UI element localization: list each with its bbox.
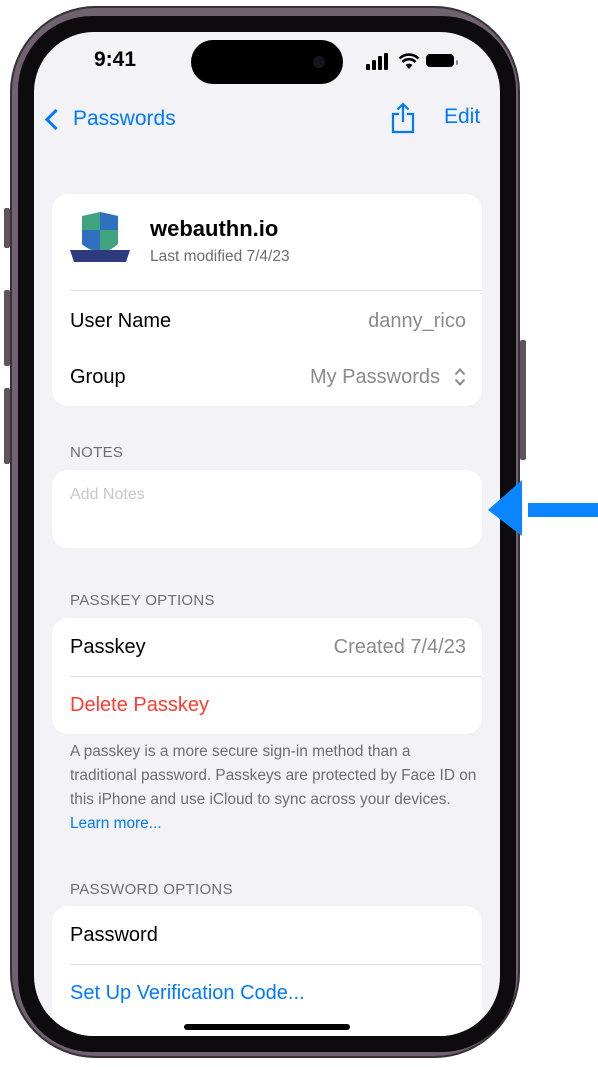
site-logo-icon	[70, 212, 130, 262]
share-icon[interactable]	[390, 102, 416, 134]
password-row[interactable]: Password	[70, 906, 466, 964]
username-row[interactable]: User Name danny_rico	[70, 292, 466, 350]
site-modified: Last modified 7/4/23	[150, 248, 290, 265]
notes-card[interactable]: Add Notes	[52, 470, 482, 548]
signal-icon	[366, 52, 390, 70]
password-details-card: webauthn.io Last modified 7/4/23 User Na…	[52, 194, 482, 406]
status-icons	[366, 52, 458, 70]
password-options-header: PASSWORD OPTIONS	[70, 881, 233, 898]
username-label: User Name	[70, 309, 172, 332]
notes-header: NOTES	[70, 444, 124, 461]
volume-down-button	[4, 388, 10, 464]
delete-passkey-button[interactable]: Delete Passkey	[70, 676, 466, 734]
action-button	[4, 208, 10, 248]
dynamic-island	[191, 40, 343, 84]
verification-code-button[interactable]: Set Up Verification Code...	[70, 964, 466, 1022]
delete-passkey-label: Delete Passkey	[70, 693, 209, 716]
camera-icon	[313, 56, 325, 68]
password-options-card: Password Set Up Verification Code...	[52, 906, 482, 1036]
group-row[interactable]: Group My Passwords	[70, 348, 466, 406]
battery-icon	[426, 54, 458, 67]
callout-arrow-icon	[488, 480, 598, 536]
back-label: Passwords	[73, 107, 176, 130]
notes-field[interactable]: Add Notes	[70, 486, 145, 504]
group-value: My Passwords	[309, 365, 440, 388]
power-button	[520, 340, 526, 460]
passkey-label: Passkey	[70, 635, 146, 658]
learn-more-link[interactable]: Learn more...	[70, 815, 162, 832]
edit-button[interactable]: Edit	[444, 105, 480, 129]
status-time: 9:41	[94, 48, 137, 71]
password-label: Password	[70, 923, 158, 946]
divider	[70, 290, 482, 291]
passkey-description: A passkey is a more secure sign-in metho…	[70, 743, 477, 808]
passkey-options-header: PASSKEY OPTIONS	[70, 592, 215, 609]
back-button[interactable]: Passwords	[42, 104, 176, 134]
username-value: danny_rico	[368, 309, 466, 332]
home-indicator	[184, 1024, 350, 1030]
wifi-icon	[398, 53, 420, 69]
group-label: Group	[70, 365, 126, 388]
back-chevron-icon	[44, 108, 67, 130]
passkey-card: Passkey Created 7/4/23 Delete Passkey	[52, 618, 482, 734]
passkey-footer: A passkey is a more secure sign-in metho…	[70, 740, 480, 836]
passkey-row[interactable]: Passkey Created 7/4/23	[70, 618, 466, 676]
site-name: webauthn.io	[150, 216, 279, 241]
phone-screen: 9:41 Passwords Edit webauthn.io Last mod…	[34, 32, 500, 1036]
passkey-created: Created 7/4/23	[333, 635, 466, 658]
verification-code-label: Set Up Verification Code...	[70, 981, 305, 1004]
volume-up-button	[4, 290, 10, 366]
updown-chevron-icon	[454, 368, 466, 386]
